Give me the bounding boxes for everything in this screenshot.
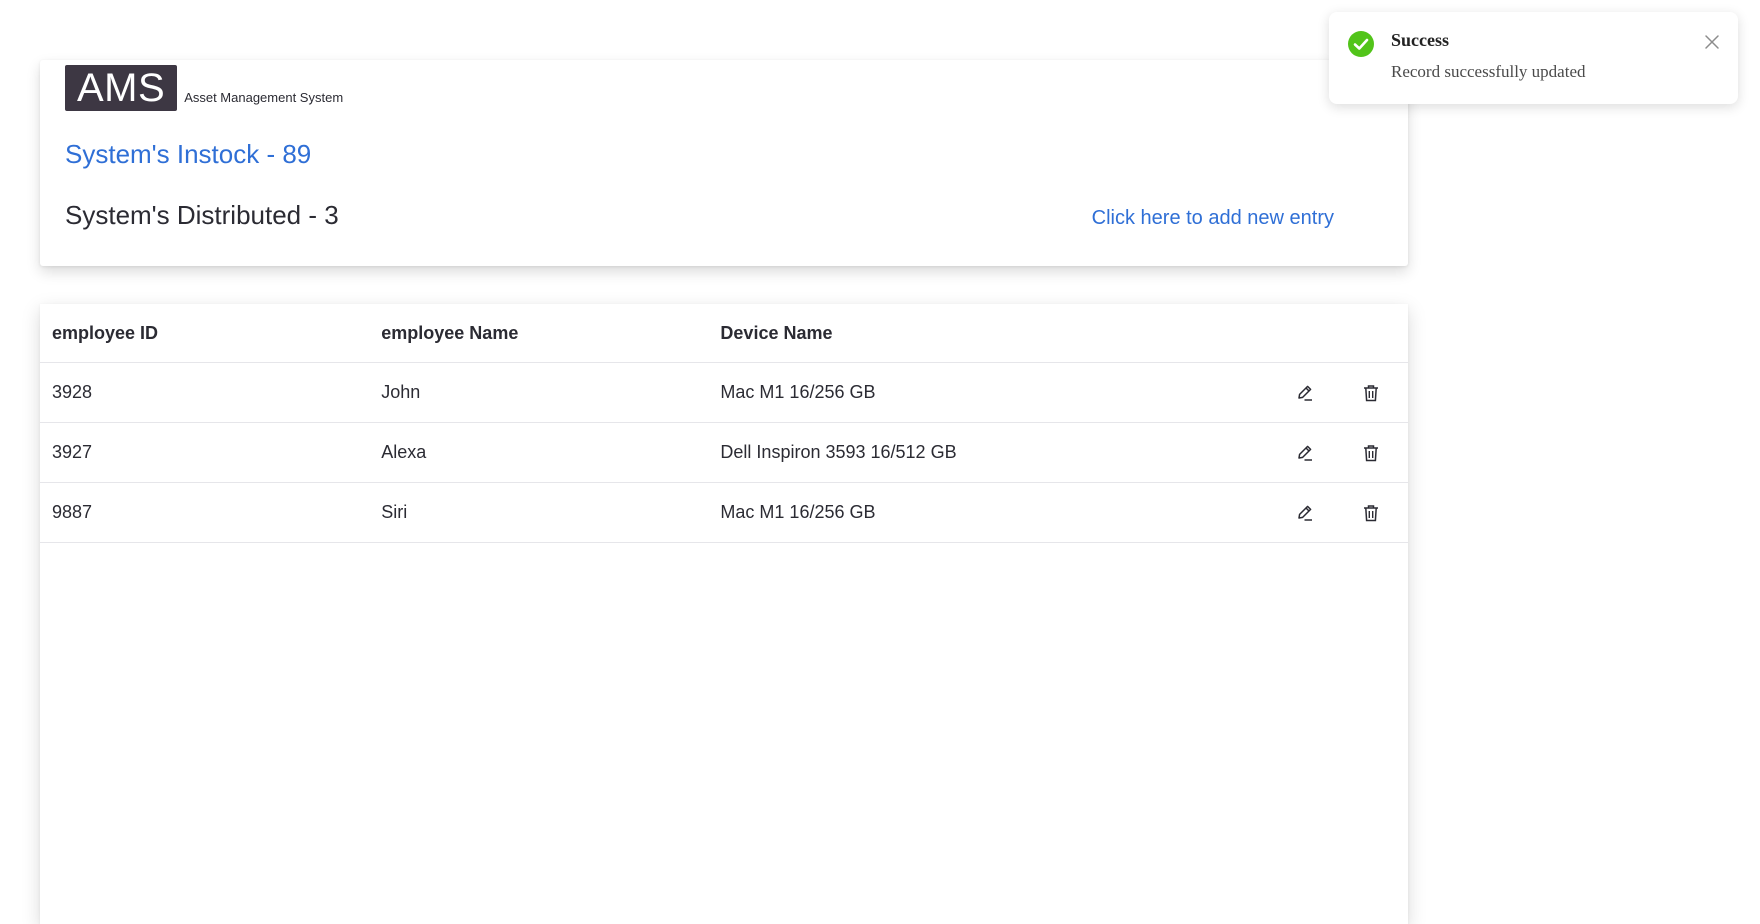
trash-icon[interactable] bbox=[1361, 383, 1381, 403]
table-header-row: employee ID employee Name Device Name bbox=[40, 304, 1408, 363]
cell-employee-name: Alexa bbox=[381, 442, 427, 462]
distributed-count: System's Distributed - 3 bbox=[65, 200, 339, 230]
column-header-delete bbox=[1335, 304, 1408, 363]
table-row: 3927 Alexa Dell Inspiron 3593 16/512 GB bbox=[40, 423, 1408, 483]
check-circle-icon bbox=[1347, 30, 1375, 58]
column-header-employee-id: employee ID bbox=[52, 322, 159, 343]
column-header-employee-name: employee Name bbox=[381, 322, 519, 343]
cell-employee-id: 3927 bbox=[52, 442, 93, 462]
column-header-edit bbox=[1275, 304, 1335, 363]
cell-device-name: Dell Inspiron 3593 16/512 GB bbox=[720, 442, 957, 462]
cell-device-name: Mac M1 16/256 GB bbox=[720, 502, 876, 522]
employee-table: employee ID employee Name Device Name 39… bbox=[40, 304, 1408, 543]
edit-icon[interactable] bbox=[1295, 503, 1315, 523]
table-row: 3928 John Mac M1 16/256 GB bbox=[40, 363, 1408, 423]
cell-employee-id: 9887 bbox=[52, 502, 93, 522]
edit-icon[interactable] bbox=[1295, 383, 1315, 403]
trash-icon[interactable] bbox=[1361, 443, 1381, 463]
cell-device-name: Mac M1 16/256 GB bbox=[720, 382, 876, 402]
cell-employee-name: Siri bbox=[381, 502, 408, 522]
logo-text: AMS bbox=[65, 65, 178, 111]
cell-employee-name: John bbox=[381, 382, 421, 402]
toast-title: Success bbox=[1391, 30, 1449, 50]
close-icon[interactable] bbox=[1704, 34, 1720, 50]
trash-icon[interactable] bbox=[1361, 503, 1381, 523]
success-toast: Success Record successfully updated bbox=[1329, 12, 1738, 104]
add-new-entry-link[interactable]: Click here to add new entry bbox=[1092, 207, 1334, 230]
column-header-device-name: Device Name bbox=[720, 322, 833, 343]
edit-icon[interactable] bbox=[1295, 443, 1315, 463]
logo-subtitle: Asset Management System bbox=[184, 90, 344, 105]
table-row: 9887 Siri Mac M1 16/256 GB bbox=[40, 483, 1408, 543]
employee-table-card: employee ID employee Name Device Name 39… bbox=[40, 304, 1408, 924]
logo: AMS Asset Management System bbox=[65, 65, 343, 111]
instock-count: System's Instock - 89 bbox=[65, 139, 312, 169]
summary-card: AMS Asset Management System System's Ins… bbox=[40, 60, 1408, 266]
toast-message: Record successfully updated bbox=[1391, 62, 1586, 81]
cell-employee-id: 3928 bbox=[52, 382, 93, 402]
